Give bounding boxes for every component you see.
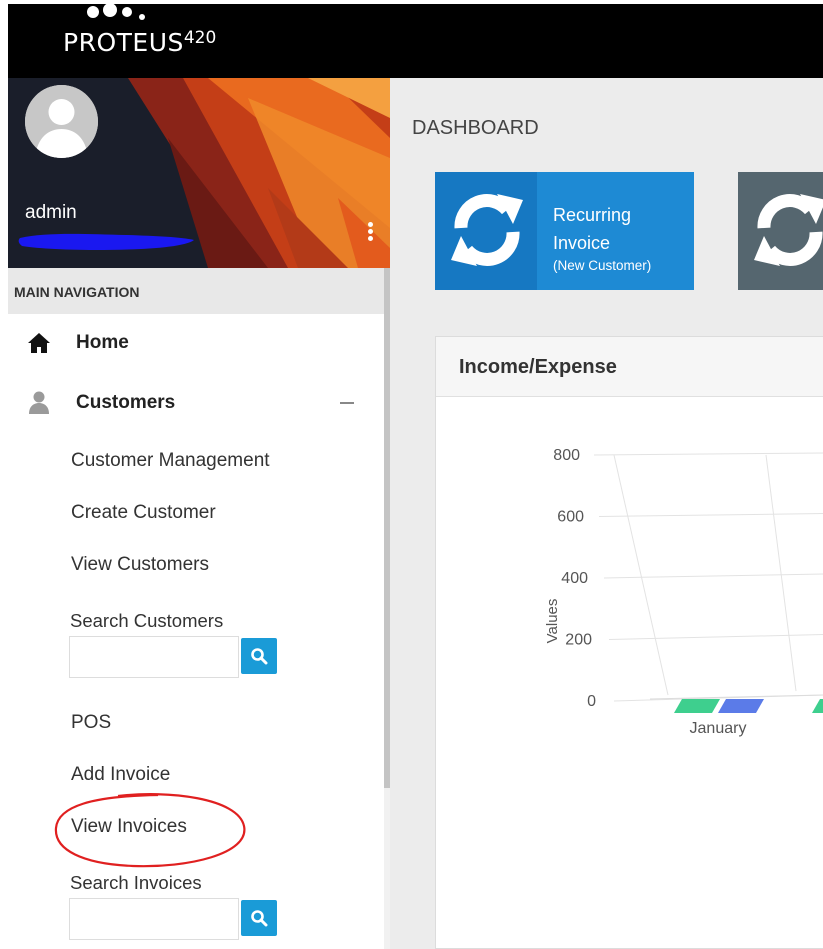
main-content: DASHBOARD Recurring Invoice (New Custome… (390, 78, 823, 949)
collapse-minus-icon[interactable] (340, 402, 354, 404)
sidebar-item-label: Home (76, 332, 129, 353)
income-expense-panel: Income/Expense 0 200 400 600 800 Values Janu… (435, 336, 823, 949)
chart-grid (593, 452, 823, 702)
submenu-pos[interactable]: POS (71, 712, 111, 734)
panel-header: Income/Expense (436, 337, 823, 397)
search-icon (251, 648, 268, 665)
chart-gridline (608, 634, 823, 640)
search-invoices-label: Search Invoices (70, 872, 202, 893)
income-expense-chart: 0 200 400 600 800 Values JanuaryF (544, 447, 823, 737)
chart-bar (718, 699, 764, 713)
refresh-icon (451, 194, 523, 266)
chart-y-ticks: 0 200 400 600 800 (553, 447, 596, 710)
submenu-customer-management[interactable]: Customer Management (71, 450, 270, 472)
tile-title-line1: Recurring (553, 205, 632, 225)
chart-bar (812, 699, 823, 713)
user-icon (29, 391, 49, 414)
nav-header: MAIN NAVIGATION (8, 268, 384, 314)
chart-y-tick-label: 600 (557, 509, 584, 526)
page-title: DASHBOARD (412, 117, 539, 139)
search-customers-input[interactable] (69, 636, 239, 678)
tile-recurring-invoice[interactable]: Recurring Invoice (New Customer) (435, 172, 694, 290)
sidebar-item-label: Customers (76, 392, 176, 413)
avatar[interactable] (25, 85, 98, 158)
tile-second[interactable] (738, 172, 823, 290)
tile-title: Recurring Invoice (553, 201, 631, 257)
chart-bars (674, 699, 823, 713)
chart-gridline (603, 573, 823, 579)
sidebar: admin MAIN NAVIGATION Home Customers Cus… (8, 78, 390, 949)
submenu-view-customers[interactable]: View Customers (71, 554, 209, 576)
chart-plane-edge (765, 454, 797, 692)
chart-y-tick-label: 400 (561, 570, 588, 587)
user-name: admin (25, 202, 77, 223)
home-icon (28, 333, 50, 353)
chart-gridline (598, 513, 823, 517)
search-invoices-input[interactable] (69, 898, 239, 940)
sidebar-item-home[interactable]: Home (8, 330, 378, 370)
chart-y-tick-label: 0 (587, 693, 596, 710)
chart-bar (674, 699, 720, 713)
chart-gridline (593, 452, 823, 456)
search-invoices-button[interactable] (241, 900, 277, 936)
chart-baseline (649, 694, 823, 700)
search-customers-label: Search Customers (70, 610, 224, 631)
chart-y-axis-label: Values (544, 599, 561, 644)
submenu-add-invoice[interactable]: Add Invoice (71, 764, 170, 786)
submenu-create-customer[interactable]: Create Customer (71, 502, 216, 524)
chart-x-ticks: JanuaryF (690, 720, 747, 737)
user-panel: admin (8, 78, 390, 268)
sidebar-item-customers[interactable]: Customers (8, 390, 378, 430)
refresh-icon (754, 194, 823, 266)
search-customers-button[interactable] (241, 638, 277, 674)
brand-name: PROTEUS (63, 28, 184, 57)
highlight-circle-annotation (54, 793, 246, 868)
redaction-scribble (18, 233, 194, 250)
search-icon (251, 910, 268, 927)
top-bar: PROTEUS420 (8, 4, 823, 78)
brand-logo[interactable]: PROTEUS420 (63, 28, 216, 57)
tile-title-line2: Invoice (553, 233, 611, 253)
panel-title: Income/Expense (459, 356, 617, 378)
tile-icon-area (435, 172, 537, 290)
chart-y-tick-label: 200 (565, 632, 592, 649)
default-user-avatar-icon (25, 85, 98, 158)
tile-subtitle: (New Customer) (553, 258, 652, 273)
chart-y-tick-label: 800 (553, 447, 580, 464)
chart-plane-edge (613, 454, 669, 696)
logo-dots-icon (87, 4, 145, 20)
chart-x-tick-label: January (690, 720, 747, 737)
user-menu-kebab-icon[interactable] (366, 222, 374, 246)
brand-suffix: 420 (183, 28, 217, 48)
